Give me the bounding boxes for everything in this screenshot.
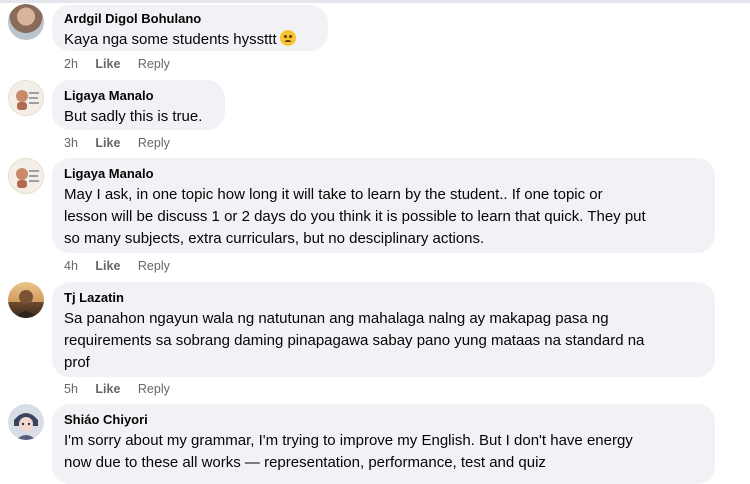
comment-text-line: Sa panahon ngayun wala ng natutunan ang … [64,310,609,327]
avatar[interactable] [8,4,44,40]
comment-text-line: now due to these all works — representat… [64,454,546,471]
comment-text: But sadly this is true. [64,106,213,128]
comment-timestamp[interactable]: 2h [64,57,78,71]
comment-text-line: lesson will be discuss 1 or 2 days do yo… [64,208,646,225]
profile-picture-icon [16,90,39,110]
comment-text: Kaya nga some students hyssttt [64,29,316,51]
comment-text-line: I'm sorry about my grammar, I'm trying t… [64,432,633,449]
comment-bubble: Ardgil Digol Bohulano Kaya nga some stud… [52,5,328,51]
like-button[interactable]: Like [95,136,120,150]
like-button[interactable]: Like [95,57,120,71]
comment-author[interactable]: Ardgil Digol Bohulano [64,11,316,27]
profile-picture-icon [14,413,38,440]
top-divider [0,0,750,3]
comment-bubble: Ligaya Manalo May I ask, in one topic ho… [52,158,715,253]
profile-picture-icon [16,168,39,188]
reply-button[interactable]: Reply [138,136,170,150]
profile-picture-icon [16,290,36,318]
comment-bubble: Ligaya Manalo But sadly this is true. [52,80,225,130]
like-button[interactable]: Like [95,382,120,396]
comment-author[interactable]: Shiáo Chiyori [64,412,703,428]
avatar[interactable] [8,282,44,318]
comment-author[interactable]: Ligaya Manalo [64,88,213,104]
comment-timestamp[interactable]: 3h [64,136,78,150]
comment-actions: 4h Like Reply [64,258,184,274]
comment-author[interactable]: Tj Lazatin [64,290,703,306]
comment-timestamp[interactable]: 5h [64,382,78,396]
comment-text-line: prof [64,354,90,371]
comment-text-line: But sadly this is true. [64,108,203,125]
reply-button[interactable]: Reply [138,259,170,273]
comment-text-line: Kaya nga some students hyssttt [64,31,277,48]
comment-bubble: Shiáo Chiyori I'm sorry about my grammar… [52,404,715,484]
comment-text-line: May I ask, in one topic how long it will… [64,186,603,203]
comment-text: May I ask, in one topic how long it will… [64,184,703,250]
like-button[interactable]: Like [95,259,120,273]
comment-bubble: Tj Lazatin Sa panahon ngayun wala ng nat… [52,282,715,377]
comment-text-line: requirements sa sobrang daming pinapagaw… [64,332,645,349]
avatar[interactable] [8,158,44,194]
avatar[interactable] [8,404,44,440]
reply-button[interactable]: Reply [138,382,170,396]
comment-actions: 5h Like Reply [64,381,184,397]
comment-author[interactable]: Ligaya Manalo [64,166,703,182]
comment-actions: 3h Like Reply [64,135,184,151]
disappointed-face-icon [279,30,296,46]
comment-actions: 2h Like Reply [64,56,184,72]
comment-text: I'm sorry about my grammar, I'm trying t… [64,430,703,474]
reply-button[interactable]: Reply [138,57,170,71]
avatar[interactable] [8,80,44,116]
comment-text: Sa panahon ngayun wala ng natutunan ang … [64,308,703,374]
comment-text-line: so many subjects, extra curriculars, but… [64,230,485,247]
comment-timestamp[interactable]: 4h [64,259,78,273]
